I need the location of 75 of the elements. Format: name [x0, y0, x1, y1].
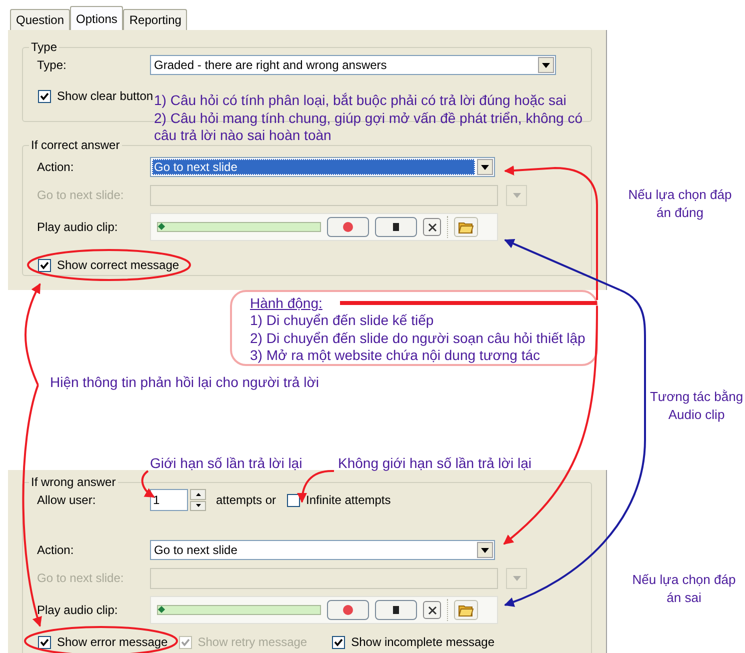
callout-title: Hành động: [250, 295, 322, 312]
field-label: Go to next slide: [37, 188, 125, 202]
annotation-text: Hiện thông tin phản hồi lại cho người trả lời [50, 374, 320, 392]
annotation-text: câu trả lời nào sai hoàn toàn [154, 127, 332, 144]
callout-text: 2) Di chuyển đến slide do người soạn câu hỏi thiết lập [250, 330, 586, 347]
checkbox[interactable] [38, 90, 51, 102]
playback-track[interactable] [157, 222, 321, 232]
close-icon [428, 606, 436, 614]
checkbox[interactable] [287, 494, 300, 506]
caret-icon [538, 57, 554, 73]
tab[interactable]: Reporting [123, 9, 188, 30]
slide-field[interactable] [150, 184, 498, 206]
annotation-text: Tương tác bằng [648, 388, 744, 406]
annotation-text: 2) Câu hỏi mang tính chung, giúp gợi mở vấn đề phát triển, không có [154, 110, 583, 127]
spinner-button[interactable] [190, 489, 206, 511]
checkbox[interactable] [332, 636, 346, 648]
up-arrow-icon [196, 492, 200, 496]
field-label: Go to next slide: [37, 571, 125, 585]
field-label: Type: [37, 58, 68, 72]
checkbox-label: Infinite attempts [306, 493, 391, 507]
field-label: Play audio clip: [37, 603, 119, 617]
record-icon [342, 221, 354, 233]
group-title: If correct answer [30, 138, 121, 152]
annotation-text: Nếu lựa chọn đáp [627, 186, 733, 204]
playback-track[interactable] [157, 605, 321, 615]
field-label: Allow user: [37, 493, 97, 507]
record-icon [342, 604, 354, 616]
stop-button[interactable] [375, 600, 417, 620]
stop-button[interactable] [375, 217, 417, 237]
close-icon [428, 222, 436, 232]
folder-button[interactable] [454, 217, 478, 237]
callout-text: 1) Di chuyển đến slide kế tiếp [250, 312, 435, 330]
attempts-field[interactable]: 1 [150, 489, 188, 511]
caret-icon [477, 542, 493, 558]
record-button[interactable] [327, 600, 369, 620]
folder-icon [458, 220, 474, 234]
annotation-text: án đúng [656, 204, 704, 221]
type-dropdown[interactable]: Graded - there are right and wrong answers [150, 55, 556, 75]
checkbox-label: Show error message [57, 635, 168, 649]
down-arrow-icon [196, 504, 200, 508]
checkbox[interactable] [38, 258, 51, 272]
close-button[interactable] [423, 218, 441, 236]
group-title: If wrong answer [30, 475, 117, 489]
annotation-text: Giới hạn số lần trả lời lại [150, 455, 302, 472]
caret-icon [477, 159, 493, 175]
field-label: Play audio clip: [37, 220, 119, 234]
tab[interactable]: Question [10, 9, 70, 30]
action-dropdown[interactable]: Go to next slide [150, 157, 495, 177]
annotation-text: Audio clip [667, 406, 726, 423]
annotation-text: Nếu lựa chọn đáp [631, 571, 737, 588]
annotation-text: án sai [666, 588, 702, 606]
checkbox-label: Show correct message [57, 258, 180, 272]
folder-button[interactable] [454, 600, 478, 620]
action-dropdown[interactable]: Go to next slide [150, 540, 495, 560]
record-button[interactable] [327, 217, 369, 237]
stop-icon [391, 605, 401, 615]
annotation-text: Không giới hạn số lần trả lời lại [338, 455, 532, 472]
annotation-text: 1) Câu hỏi có tính phân loại, bắt buộc phải có trả lời đúng hoặc sai [154, 92, 568, 110]
caret-icon [512, 576, 520, 580]
close-button[interactable] [423, 601, 441, 619]
field-label: attempts or [216, 493, 276, 507]
group-title: Type [30, 40, 58, 54]
field-label: Action: [37, 160, 75, 174]
stop-icon [391, 222, 401, 232]
tab[interactable]: Options [70, 6, 124, 30]
checkbox[interactable] [38, 636, 51, 648]
field-label: Action: [37, 543, 75, 557]
checkbox-label: Show incomplete message [351, 635, 495, 649]
folder-icon [458, 603, 474, 617]
slide-field[interactable] [150, 568, 498, 588]
checkbox-label: Show clear button [57, 89, 154, 103]
checkbox-label: Show retry message [198, 635, 308, 649]
caret-icon [512, 192, 520, 198]
annotation-arrow [141, 470, 155, 498]
callout-text: 3) Mở ra một website chứa nội dung tương tác [250, 347, 542, 364]
